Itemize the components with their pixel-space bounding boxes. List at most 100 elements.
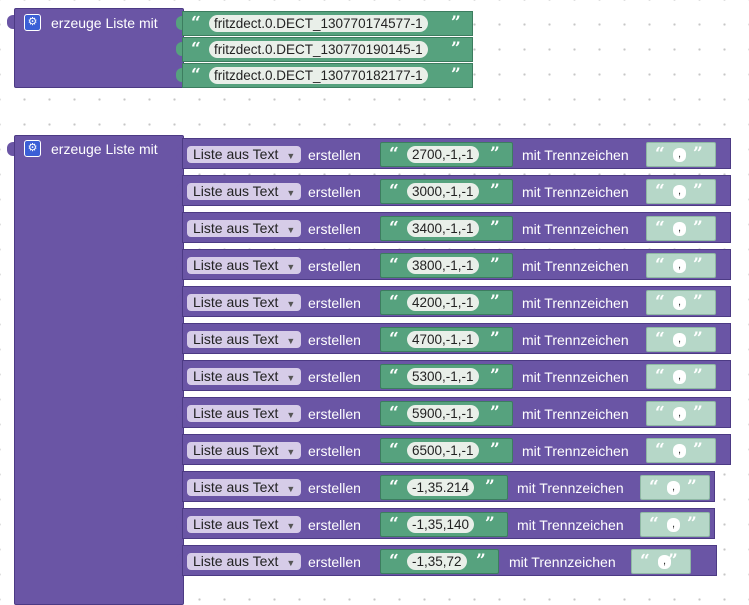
split-mode-dropdown[interactable]: Liste aus Text ▼ bbox=[187, 294, 302, 311]
text-field[interactable]: 6500,-1,-1 bbox=[407, 442, 479, 459]
split-mode-dropdown[interactable]: Liste aus Text ▼ bbox=[187, 405, 302, 422]
text-block[interactable]: “ 6500,-1,-1 ” bbox=[380, 438, 513, 463]
separator-field[interactable]: , bbox=[667, 518, 680, 532]
text-block[interactable]: “ fritzdect.0.DECT_130770190145-1 ” bbox=[176, 37, 473, 62]
open-quote-icon: “ bbox=[389, 514, 399, 534]
separator-field[interactable]: , bbox=[667, 481, 680, 495]
split-text-block[interactable]: Liste aus Text ▼ erstellen “ 4200,-1,-1 ” mit … bbox=[176, 286, 731, 317]
text-block[interactable]: “ 4200,-1,-1 ” bbox=[380, 290, 513, 315]
block-body[interactable] bbox=[14, 135, 184, 605]
text-block[interactable]: “ 2700,-1,-1 ” bbox=[380, 142, 513, 167]
separator-text-block[interactable]: “,” bbox=[646, 401, 716, 426]
separator-text-block[interactable]: “,” bbox=[631, 549, 691, 574]
separator-field[interactable]: , bbox=[673, 444, 686, 458]
create-list-block-1[interactable]: ⚙ erzeuge Liste mit “ fritzdect.0.DECT_1… bbox=[0, 0, 480, 90]
gear-icon[interactable]: ⚙ bbox=[24, 14, 41, 31]
close-quote-icon: ” bbox=[490, 292, 500, 312]
text-block[interactable]: “ 4700,-1,-1 ” bbox=[380, 327, 513, 352]
separator-label: mit Trennzeichen bbox=[509, 554, 616, 570]
split-mode-dropdown[interactable]: Liste aus Text ▼ bbox=[187, 553, 302, 570]
text-field[interactable]: fritzdect.0.DECT_130770190145-1 bbox=[209, 41, 428, 58]
connector-tab bbox=[176, 184, 182, 198]
text-block[interactable]: “ fritzdect.0.DECT_130770182177-1 ” bbox=[176, 63, 473, 88]
split-mode-dropdown[interactable]: Liste aus Text ▼ bbox=[187, 516, 302, 533]
text-block[interactable]: “ 5900,-1,-1 ” bbox=[380, 401, 513, 426]
text-block[interactable]: “ -1,35.214 ” bbox=[380, 475, 508, 500]
separator-text-block[interactable]: “,” bbox=[640, 512, 710, 537]
split-text-block[interactable]: Liste aus Text ▼ erstellen “ 4700,-1,-1 ” mit … bbox=[176, 323, 731, 354]
text-field[interactable]: 3800,-1,-1 bbox=[407, 257, 479, 274]
split-mode-dropdown[interactable]: Liste aus Text ▼ bbox=[187, 442, 302, 459]
split-text-block[interactable]: Liste aus Text ▼ erstellen “ 2700,-1,-1 ” mit … bbox=[176, 138, 731, 169]
separator-field[interactable]: , bbox=[673, 185, 686, 199]
split-mode-dropdown[interactable]: Liste aus Text ▼ bbox=[187, 183, 302, 200]
text-field[interactable]: 5300,-1,-1 bbox=[407, 368, 479, 385]
split-mode-dropdown[interactable]: Liste aus Text ▼ bbox=[187, 257, 302, 274]
text-field[interactable]: 4200,-1,-1 bbox=[407, 294, 479, 311]
close-quote-icon: ” bbox=[490, 329, 500, 349]
chevron-down-icon: ▼ bbox=[286, 558, 296, 568]
separator-text-block[interactable]: “,” bbox=[646, 216, 716, 241]
text-field[interactable]: fritzdect.0.DECT_130770182177-1 bbox=[209, 67, 428, 84]
chevron-down-icon: ▼ bbox=[286, 151, 296, 161]
text-field[interactable]: 2700,-1,-1 bbox=[407, 146, 479, 163]
text-block[interactable]: “ 3400,-1,-1 ” bbox=[380, 216, 513, 241]
separator-field[interactable]: , bbox=[673, 333, 686, 347]
split-text-block[interactable]: Liste aus Text ▼ erstellen “ 3800,-1,-1 ” mit … bbox=[176, 249, 731, 280]
create-list-block-2[interactable]: ⚙ erzeuge Liste mit Liste aus Text ▼ erste… bbox=[0, 130, 749, 605]
text-block[interactable]: “ -1,35,72 ” bbox=[380, 549, 499, 574]
gear-icon[interactable]: ⚙ bbox=[24, 140, 41, 157]
text-field[interactable]: fritzdect.0.DECT_130770174577-1 bbox=[209, 15, 428, 32]
split-mode-dropdown[interactable]: Liste aus Text ▼ bbox=[187, 368, 302, 385]
split-text-block[interactable]: Liste aus Text ▼ erstellen “ -1,35.214 ” mit T… bbox=[176, 471, 715, 502]
separator-text-block[interactable]: “,” bbox=[646, 142, 716, 167]
split-mode-dropdown[interactable]: Liste aus Text ▼ bbox=[187, 220, 302, 237]
split-text-block[interactable]: Liste aus Text ▼ erstellen “ -1,35,140 ” mit T… bbox=[176, 508, 715, 539]
separator-field[interactable]: , bbox=[673, 370, 686, 384]
separator-field[interactable]: , bbox=[673, 296, 686, 310]
text-field[interactable]: 3400,-1,-1 bbox=[407, 220, 479, 237]
close-quote-icon: ” bbox=[490, 255, 500, 275]
dropdown-label: Liste aus Text bbox=[193, 183, 279, 199]
text-field[interactable]: -1,35,72 bbox=[407, 553, 467, 570]
split-text-block[interactable]: Liste aus Text ▼ erstellen “ 6500,-1,-1 ” mit … bbox=[176, 434, 731, 465]
separator-field[interactable]: , bbox=[673, 259, 686, 273]
split-text-block[interactable]: Liste aus Text ▼ erstellen “ 3400,-1,-1 ” mit … bbox=[176, 212, 731, 243]
split-mode-dropdown[interactable]: Liste aus Text ▼ bbox=[187, 146, 302, 163]
connector-tab bbox=[176, 480, 182, 494]
text-field[interactable]: -1,35,140 bbox=[407, 516, 475, 533]
text-block[interactable]: “ 5300,-1,-1 ” bbox=[380, 364, 513, 389]
blockly-workspace[interactable]: ⚙ erzeuge Liste mit “ fritzdect.0.DECT_1… bbox=[0, 0, 749, 605]
split-text-block[interactable]: Liste aus Text ▼ erstellen “ 5900,-1,-1 ” mit … bbox=[176, 397, 731, 428]
block-label: erzeuge Liste mit bbox=[51, 141, 158, 157]
separator-field[interactable]: , bbox=[673, 407, 686, 421]
open-quote-icon: “ bbox=[389, 440, 399, 460]
connector-tab bbox=[176, 443, 182, 457]
text-block[interactable]: “ fritzdect.0.DECT_130770174577-1 ” bbox=[176, 11, 473, 36]
separator-text-block[interactable]: “,” bbox=[646, 290, 716, 315]
dropdown-label: Liste aus Text bbox=[193, 442, 279, 458]
split-text-block[interactable]: Liste aus Text ▼ erstellen “ -1,35,72 ” mit Tr… bbox=[176, 545, 717, 576]
separator-text-block[interactable]: “,” bbox=[646, 179, 716, 204]
separator-field[interactable]: , bbox=[673, 222, 686, 236]
text-field[interactable]: 5900,-1,-1 bbox=[407, 405, 479, 422]
separator-text-block[interactable]: “,” bbox=[646, 253, 716, 278]
split-text-block[interactable]: Liste aus Text ▼ erstellen “ 3000,-1,-1 ” mit … bbox=[176, 175, 731, 206]
text-block[interactable]: “ 3000,-1,-1 ” bbox=[380, 179, 513, 204]
create-label: erstellen bbox=[308, 443, 361, 459]
separator-field[interactable]: , bbox=[673, 148, 686, 162]
text-field[interactable]: 3000,-1,-1 bbox=[407, 183, 479, 200]
separator-text-block[interactable]: “,” bbox=[640, 475, 710, 500]
text-block[interactable]: “ 3800,-1,-1 ” bbox=[380, 253, 513, 278]
text-block[interactable]: “ -1,35,140 ” bbox=[380, 512, 508, 537]
separator-text-block[interactable]: “,” bbox=[646, 364, 716, 389]
connector-tab bbox=[176, 221, 182, 235]
split-mode-dropdown[interactable]: Liste aus Text ▼ bbox=[187, 331, 302, 348]
text-field[interactable]: -1,35.214 bbox=[407, 479, 475, 496]
separator-text-block[interactable]: “,” bbox=[646, 327, 716, 352]
open-quote-icon: “ bbox=[655, 255, 665, 275]
separator-text-block[interactable]: “,” bbox=[646, 438, 716, 463]
split-mode-dropdown[interactable]: Liste aus Text ▼ bbox=[187, 479, 302, 496]
split-text-block[interactable]: Liste aus Text ▼ erstellen “ 5300,-1,-1 ” mit … bbox=[176, 360, 731, 391]
text-field[interactable]: 4700,-1,-1 bbox=[407, 331, 479, 348]
